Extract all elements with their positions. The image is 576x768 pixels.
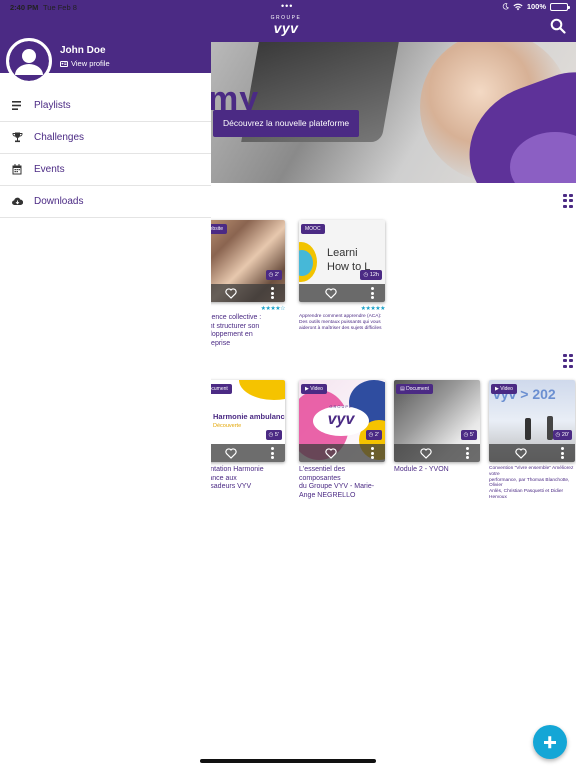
duration-badge: ◷ 5' <box>460 430 477 440</box>
duration-badge: ◷ 5' <box>265 430 282 440</box>
avatar[interactable] <box>6 38 52 84</box>
view-profile-label: View profile <box>71 59 110 68</box>
card-title[interactable]: L'essentiel des composantes du Groupe VY… <box>299 466 385 500</box>
status-time: 2:40 PM <box>10 3 39 12</box>
card-thumbnail[interactable]: Harmonie ambulance Découverte Document ◷… <box>211 380 285 462</box>
side-drawer: John Doe View profile Playlists Challeng… <box>0 0 211 218</box>
type-badge: Website <box>211 224 227 234</box>
thumb-logo: vyv <box>327 411 355 428</box>
heart-icon[interactable] <box>225 288 237 299</box>
menu-label: Playlists <box>34 100 71 111</box>
type-badge: ▶ Video <box>301 384 327 394</box>
menu-item-events[interactable]: Events <box>0 154 211 186</box>
duration-badge: ◷ 2' <box>265 270 282 280</box>
badge-text: Video <box>310 386 323 392</box>
more-options-icon[interactable] <box>561 447 564 459</box>
rating-stars: ★★★★☆ <box>260 306 286 312</box>
duration-badge: ◷ 2' <box>365 430 382 440</box>
card-title[interactable]: Module 2 - YVON <box>394 466 480 475</box>
duration-text: 5' <box>274 432 279 438</box>
hero-cta-button[interactable]: Découvrez la nouvelle plateforme <box>213 110 360 137</box>
badge-text: Video <box>500 386 513 392</box>
menu-item-playlists[interactable]: Playlists <box>0 90 211 122</box>
card-thumbnail[interactable]: GROUPE vyv ▶ Video ◷ 2' <box>299 380 385 462</box>
list-icon <box>12 101 21 110</box>
duration-badge: ◷ 20' <box>552 430 572 440</box>
thumb-title: Harmonie ambulance <box>213 412 285 421</box>
duration-text: 12h <box>369 272 379 278</box>
type-badge: ▶ Video <box>491 384 517 394</box>
duration-text: 5' <box>469 432 474 438</box>
heart-icon[interactable] <box>325 448 337 459</box>
heart-icon[interactable] <box>515 448 527 459</box>
menu-item-downloads[interactable]: Downloads <box>0 186 211 218</box>
heart-icon[interactable] <box>325 288 337 299</box>
content-area: Website ◷ 2' ★★★★☆ elligence collective … <box>211 183 576 768</box>
more-options-icon[interactable] <box>371 447 374 459</box>
content-card[interactable]: vyv > 202 ▶ Video ◷ 20' Convention "Vivr… <box>489 380 575 500</box>
type-badge: ▤ Document <box>396 384 433 394</box>
user-avatar-icon <box>9 41 49 81</box>
moon-icon <box>502 3 509 10</box>
menu-item-challenges[interactable]: Challenges <box>0 122 211 154</box>
heart-icon[interactable] <box>420 448 432 459</box>
status-date: Tue Feb 8 <box>43 3 77 12</box>
trophy-icon <box>12 132 23 143</box>
content-card[interactable]: Learni How to L MOOC ◷ 12h ★★★★★ Apprend… <box>299 220 386 331</box>
more-options-icon[interactable] <box>371 287 374 299</box>
duration-text: 2' <box>374 432 379 438</box>
logo-big-text: vyv <box>273 20 299 36</box>
cloud-download-icon <box>12 197 23 206</box>
card-title[interactable]: ésentation Harmonie bulance aux bassadeu… <box>211 466 285 492</box>
home-indicator[interactable] <box>200 759 376 763</box>
menu-label: Downloads <box>34 196 84 207</box>
calendar-icon <box>12 164 22 175</box>
card-thumbnail[interactable]: vyv > 202 ▶ Video ◷ 20' <box>489 380 575 462</box>
card-title[interactable]: Convention "Vivre ensemble" Améliorez vo… <box>489 466 575 501</box>
heart-icon[interactable] <box>225 448 237 459</box>
more-options-icon[interactable] <box>466 447 469 459</box>
status-bar: 2:40 PM Tue Feb 8 ••• 100% <box>0 0 576 14</box>
status-right: 100% <box>502 2 570 11</box>
battery-percent: 100% <box>526 2 546 11</box>
menu-label: Challenges <box>34 132 85 143</box>
content-card[interactable]: Harmonie ambulance Découverte Document ◷… <box>211 380 285 490</box>
card-title[interactable]: elligence collective : ment structurer s… <box>211 314 285 348</box>
content-card[interactable]: ▤ Document ◷ 5' Module 2 - YVON <box>394 380 480 473</box>
thumb-subtitle: Découverte <box>213 423 242 429</box>
battery-icon <box>550 2 570 11</box>
view-profile-link[interactable]: View profile <box>60 59 110 68</box>
duration-text: 20' <box>561 432 569 438</box>
wifi-icon <box>513 3 523 10</box>
thumb-small: GROUPE <box>329 404 353 409</box>
content-card[interactable]: Website ◷ 2' ★★★★☆ elligence collective … <box>211 220 286 347</box>
content-card[interactable]: GROUPE vyv ▶ Video ◷ 2' L'essentiel des … <box>299 380 385 499</box>
more-options-icon[interactable] <box>271 447 274 459</box>
type-badge: Document <box>211 384 232 394</box>
rating-stars: ★★★★★ <box>360 306 386 312</box>
speaker-figure <box>525 418 531 440</box>
user-name: John Doe <box>60 45 106 56</box>
badge-text: Document <box>406 386 429 392</box>
card-title[interactable]: Apprendre comment apprendre (ACA): Des o… <box>299 314 385 331</box>
add-fab-button[interactable] <box>533 725 567 759</box>
drawer-menu: Playlists Challenges Events Downloads <box>0 90 211 218</box>
type-badge: MOOC <box>301 224 325 234</box>
multitasking-dots[interactable]: ••• <box>281 1 293 11</box>
card-thumbnail[interactable]: Website ◷ 2' <box>211 220 285 302</box>
search-icon[interactable] <box>550 18 566 34</box>
id-card-icon <box>60 60 68 67</box>
card-thumbnail[interactable]: ▤ Document ◷ 5' <box>394 380 480 462</box>
groupe-vyv-logo[interactable]: GROUPE vyv <box>266 15 306 35</box>
duration-badge: ◷ 12h <box>360 270 382 280</box>
more-options-icon[interactable] <box>271 287 274 299</box>
duration-text: 2' <box>274 272 279 278</box>
menu-label: Events <box>34 164 65 175</box>
card-thumbnail[interactable]: Learni How to L MOOC ◷ 12h <box>299 220 385 302</box>
